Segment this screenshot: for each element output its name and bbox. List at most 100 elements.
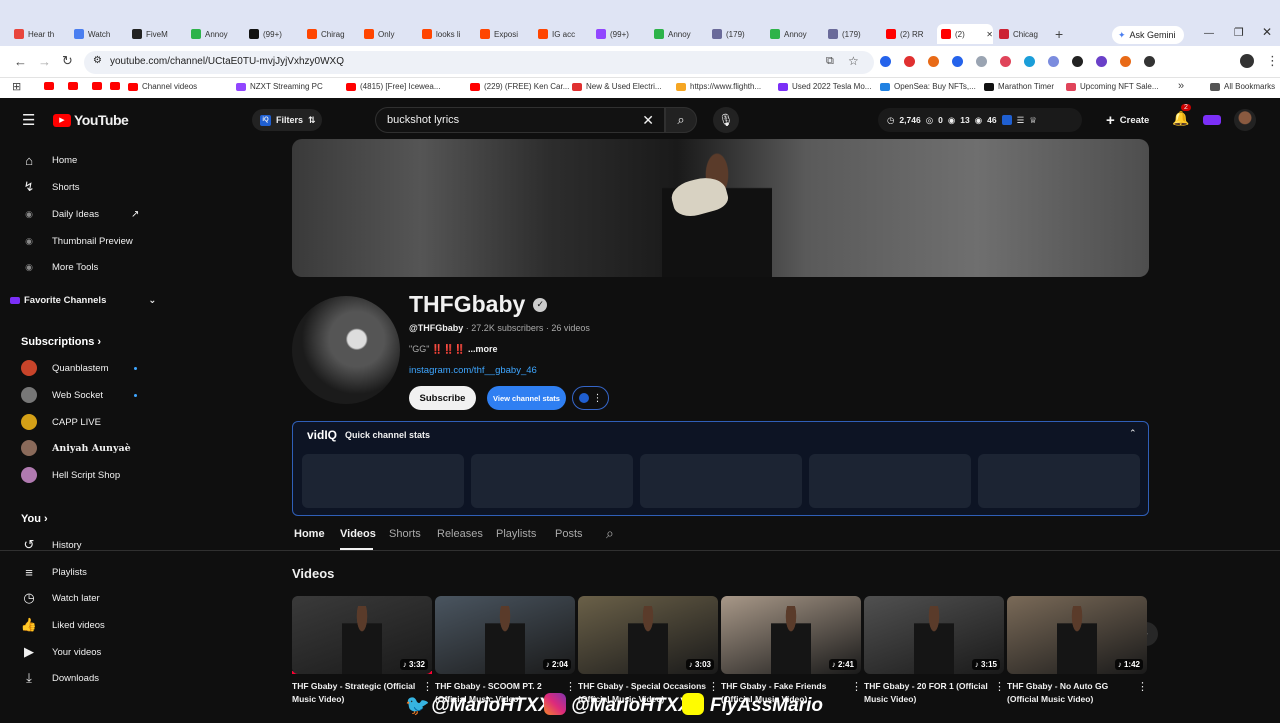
address-bar[interactable]: ⚙ youtube.com/channel/UCtaE0TU-mvjJyjVxh… bbox=[84, 51, 874, 74]
channel-tab-videos[interactable]: Videos bbox=[340, 528, 376, 540]
extension-icon[interactable] bbox=[904, 56, 915, 67]
sidebar-item-watch-later[interactable]: ◷ Watch later bbox=[20, 589, 99, 607]
browser-tab[interactable]: (179) bbox=[824, 24, 878, 44]
video-title[interactable]: THF Gbaby - Strategic (Official Music Vi… bbox=[292, 680, 420, 706]
browser-tab[interactable]: Exposi bbox=[476, 24, 530, 44]
more-link[interactable]: ...more bbox=[468, 344, 498, 354]
video-thumbnail[interactable]: ♪ 2:41 bbox=[721, 596, 861, 674]
youtube-logo[interactable]: ▶ YouTube bbox=[53, 112, 129, 128]
bookmark[interactable]: All Bookmarks bbox=[1210, 82, 1275, 91]
sidebar-item-liked-videos[interactable]: 👍 Liked videos bbox=[20, 616, 105, 634]
sidebar-item-home[interactable]: ⌂ Home bbox=[20, 151, 77, 169]
subscription-item[interactable]: CAPP LIVE bbox=[20, 414, 101, 430]
video-title[interactable]: THF Gbaby - No Auto GG (Official Music V… bbox=[1007, 680, 1135, 706]
channel-tab-posts[interactable]: Posts bbox=[555, 528, 583, 540]
browser-tab[interactable]: Watch bbox=[70, 24, 124, 44]
bookmark[interactable] bbox=[110, 82, 120, 90]
apps-grid-icon[interactable]: ⊞ bbox=[12, 80, 21, 93]
minimize-button[interactable]: — bbox=[1204, 28, 1214, 39]
bookmark[interactable]: OpenSea: Buy NFTs,... bbox=[880, 82, 976, 91]
browser-tab[interactable]: Annoy bbox=[766, 24, 820, 44]
bookmark[interactable]: Upcoming NFT Sale... bbox=[1066, 82, 1159, 91]
video-menu-icon[interactable]: ⋮ bbox=[851, 680, 862, 693]
bookmark-star-icon[interactable]: ☆ bbox=[848, 54, 859, 68]
maximize-button[interactable]: ❐ bbox=[1234, 26, 1244, 39]
sidebar-item-shorts[interactable]: ↯ Shorts bbox=[20, 178, 80, 196]
subscribe-button[interactable]: Subscribe bbox=[409, 386, 476, 410]
hamburger-menu-icon[interactable]: ☰ bbox=[22, 111, 35, 129]
install-icon[interactable]: ⧉ bbox=[826, 55, 834, 68]
sidebar-item-your-videos[interactable]: ▶ Your videos bbox=[20, 643, 101, 661]
video-title[interactable]: THF Gbaby - 20 FOR 1 (Official Music Vid… bbox=[864, 680, 992, 706]
subscription-item[interactable]: Hell Script Shop bbox=[20, 467, 120, 483]
vidiq-options-button[interactable]: ⋮ bbox=[572, 386, 609, 410]
bookmark[interactable]: Marathon Timer bbox=[984, 82, 1054, 91]
channel-description[interactable]: "GG" ‼️‼️‼️ ...more bbox=[409, 344, 498, 355]
browser-tab[interactable]: Chirag bbox=[303, 24, 357, 44]
search-button[interactable]: ⌕ bbox=[665, 107, 697, 133]
account-avatar[interactable] bbox=[1234, 109, 1256, 131]
sidebar-item-more-tools[interactable]: ◉ More Tools bbox=[20, 258, 98, 276]
subscriptions-heading[interactable]: Subscriptions › bbox=[21, 336, 101, 348]
collapse-chevron-icon[interactable]: ⌃ bbox=[1129, 428, 1137, 439]
favorite-channels[interactable]: Favorite Channels ⌄ bbox=[10, 295, 156, 306]
extension-icon[interactable] bbox=[928, 56, 939, 67]
view-channel-stats-button[interactable]: View channel stats bbox=[487, 386, 566, 410]
browser-tab[interactable]: Chicag bbox=[995, 24, 1049, 44]
site-info-icon[interactable]: ⚙ bbox=[93, 55, 102, 66]
close-tab-icon[interactable]: ✕ bbox=[986, 30, 993, 39]
extension-icon[interactable] bbox=[976, 56, 987, 67]
bookmark[interactable] bbox=[44, 82, 54, 90]
subscription-item[interactable]: Aniyah Aunyaè bbox=[20, 440, 131, 456]
bookmark[interactable] bbox=[92, 82, 102, 90]
forward-icon[interactable]: → bbox=[38, 54, 51, 69]
extension-icon[interactable] bbox=[1144, 56, 1155, 67]
channel-search-icon[interactable]: ⌕ bbox=[606, 525, 614, 542]
browser-tab[interactable]: (99+) bbox=[245, 24, 299, 44]
browser-tab[interactable]: Only bbox=[360, 24, 414, 44]
close-window-button[interactable]: ✕ bbox=[1262, 25, 1272, 39]
sidebar-item-thumbnail-preview[interactable]: ◉ Thumbnail Preview bbox=[20, 232, 133, 250]
reload-icon[interactable]: ↻ bbox=[62, 53, 73, 69]
extension-icon[interactable] bbox=[1096, 56, 1107, 67]
filters-button[interactable]: iQ Filters ⇅ bbox=[252, 109, 322, 131]
sidebar-item-downloads[interactable]: ⤓ Downloads bbox=[20, 669, 99, 687]
channel-link[interactable]: instagram.com/thf__gbaby_46 bbox=[409, 365, 537, 376]
browser-tab[interactable]: looks li bbox=[418, 24, 472, 44]
channel-avatar[interactable] bbox=[292, 296, 400, 404]
vidiq-extension-icon[interactable] bbox=[1203, 115, 1221, 125]
video-thumbnail[interactable]: ♪ 3:15 bbox=[864, 596, 1004, 674]
channel-tab-releases[interactable]: Releases bbox=[437, 528, 483, 540]
bookmark[interactable]: https://www.flighth... bbox=[676, 82, 761, 91]
sidebar-item-history[interactable]: ↺ History bbox=[20, 536, 82, 554]
search-box[interactable]: buckshot lyrics ✕ bbox=[375, 107, 665, 133]
browser-tab[interactable]: Hear th bbox=[10, 24, 64, 44]
voice-search-button[interactable]: 🎙 bbox=[713, 107, 739, 133]
sidebar-item-playlists[interactable]: ≡ Playlists bbox=[20, 563, 87, 581]
create-button[interactable]: + Create bbox=[1098, 108, 1160, 132]
subscription-item[interactable]: Web Socket bbox=[20, 387, 103, 403]
bookmark[interactable]: Channel videos bbox=[128, 82, 197, 91]
extension-icon[interactable] bbox=[1120, 56, 1131, 67]
clear-search-icon[interactable]: ✕ bbox=[642, 112, 654, 129]
video-thumbnail[interactable]: ♪ 3:03 bbox=[578, 596, 718, 674]
youtube-bookmark-icon[interactable] bbox=[44, 82, 54, 90]
bookmark[interactable]: (4815) [Free] Icewea... bbox=[346, 82, 440, 91]
subscription-item[interactable]: Quanblastem bbox=[20, 360, 109, 376]
browser-tab[interactable]: Annoy bbox=[650, 24, 704, 44]
back-icon[interactable]: ← bbox=[14, 54, 27, 69]
browser-tab[interactable]: FiveM bbox=[128, 24, 182, 44]
browser-tab[interactable]: (99+) bbox=[592, 24, 646, 44]
notifications-button[interactable]: 🔔 2 bbox=[1172, 104, 1191, 128]
bookmark[interactable] bbox=[68, 82, 78, 90]
extension-icon[interactable] bbox=[1072, 56, 1083, 67]
video-thumbnail[interactable]: ♪ 3:32 bbox=[292, 596, 432, 674]
profile-icon[interactable] bbox=[1240, 54, 1254, 68]
browser-tab[interactable]: (2) RR bbox=[882, 24, 936, 44]
ask-gemini-button[interactable]: ✦ Ask Gemini bbox=[1112, 26, 1184, 44]
browser-tab[interactable]: IG acc bbox=[534, 24, 588, 44]
extension-icon[interactable] bbox=[880, 56, 891, 67]
bookmark[interactable]: NZXT Streaming PC bbox=[236, 82, 323, 91]
bookmarks-overflow-icon[interactable]: » bbox=[1178, 80, 1184, 92]
bookmark[interactable]: New & Used Electri... bbox=[572, 82, 662, 91]
